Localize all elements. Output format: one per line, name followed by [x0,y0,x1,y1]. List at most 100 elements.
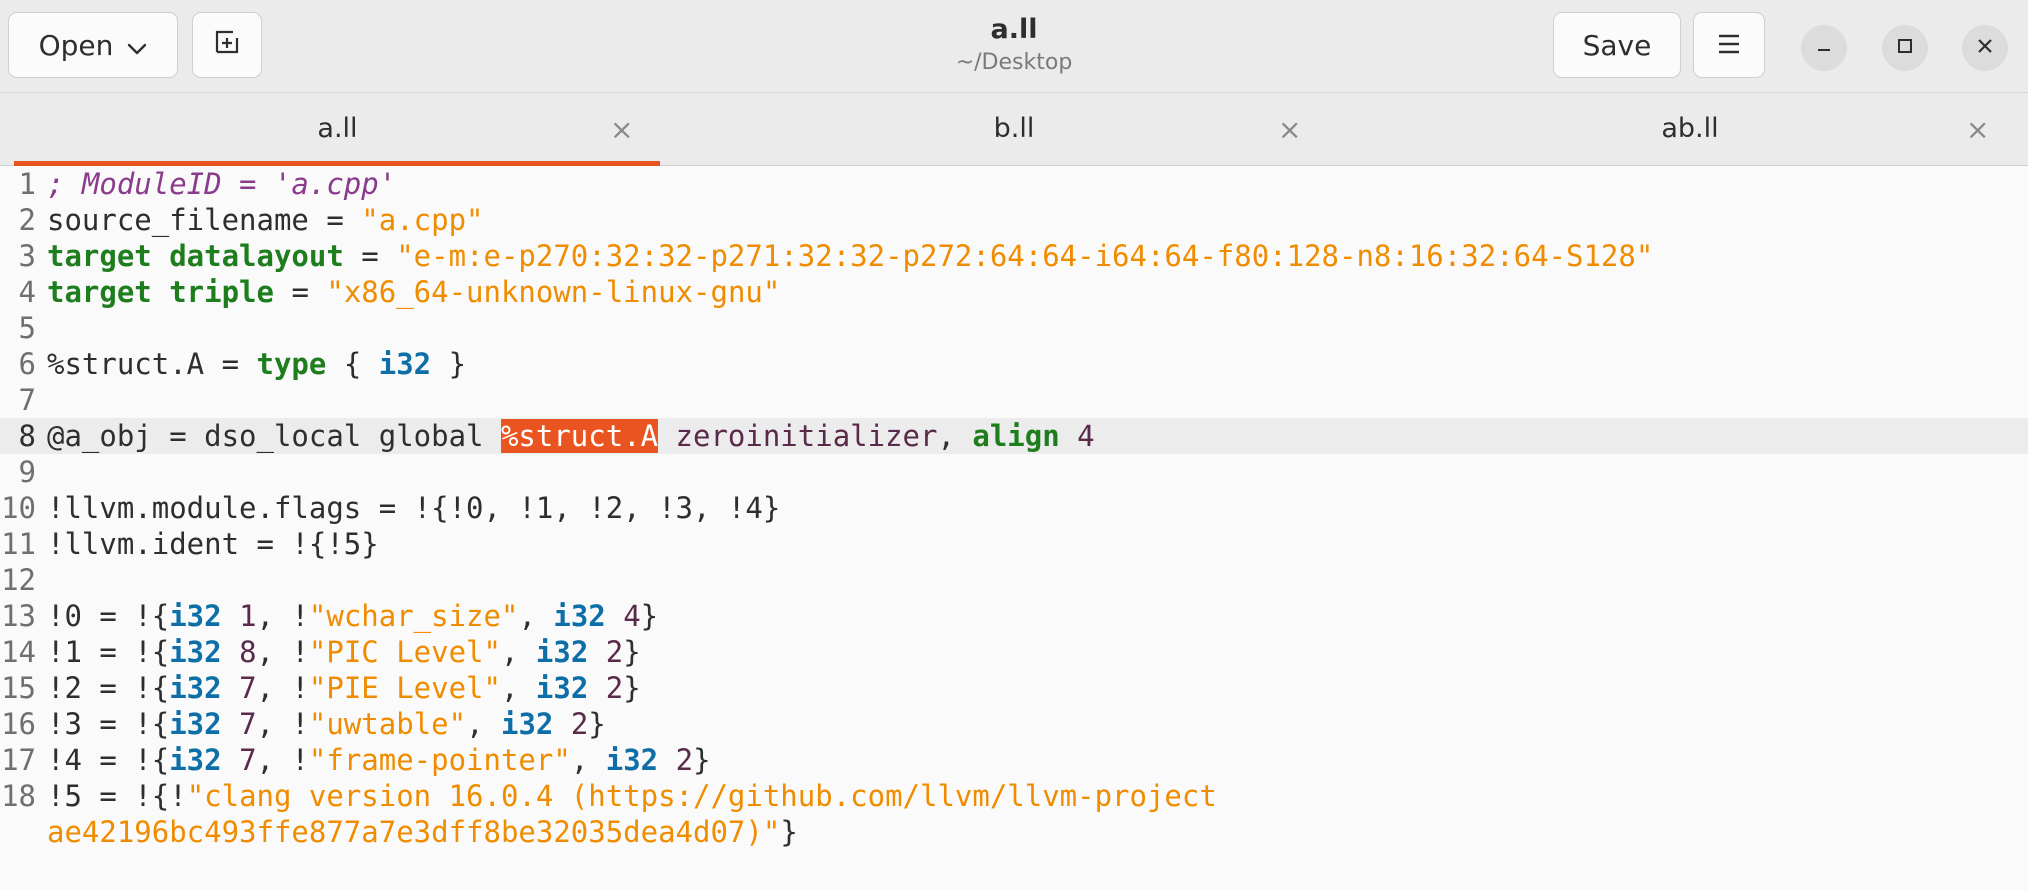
line-number: 8 [18,419,36,453]
code-token: "clang version 16.0.4 (https://github.co… [186,779,1217,813]
main-menu-button[interactable] [1693,12,1765,78]
code-line[interactable]: 14 !1 = !{i32 8, !"PIC Level", i32 2} [0,634,2028,670]
tab-b-ll[interactable]: b.ll × [676,93,1352,165]
code-token: ; ModuleID = 'a.cpp' [47,167,397,201]
maximize-button[interactable] [1882,25,1928,71]
close-window-button[interactable] [1962,25,2008,71]
tab-label: ab.ll [1661,113,1719,144]
close-icon [1976,37,1994,59]
line-number: 7 [18,383,36,417]
code-token: i32 [169,707,222,741]
tab-close-icon[interactable]: × [610,113,633,146]
code-token: 4 [605,599,641,633]
code-token: = [343,239,397,273]
code-token: !4 = !{ [47,743,170,777]
code-token: 4 [1059,419,1095,453]
code-token: } [588,707,606,741]
code-token: } [640,599,659,633]
tab-close-icon[interactable]: × [1278,113,1301,146]
code-editor[interactable]: 1 ; ModuleID = 'a.cpp' 2 source_filename = … [0,166,2028,890]
tab-label: b.ll [993,113,1035,144]
code-line[interactable]: 10 !llvm.module.flags = !{!0, !1, !2, !3,… [0,490,2028,526]
code-line[interactable]: 3 target datalayout = "e-m:e-p270:32:32-p… [0,238,2028,274]
code-token: , ! [256,599,309,633]
tab-label: a.ll [317,113,358,144]
line-code: ; ModuleID = 'a.cpp' [47,166,396,202]
minimize-icon [1815,37,1833,59]
code-token: type [256,347,327,381]
code-token: , ! [256,671,309,705]
code-token: zeroinitializer [658,419,938,453]
code-token: 2 [553,707,589,741]
line-code: source_filename = "a.cpp" [47,202,484,238]
code-token: } [693,743,711,777]
line-number: 4 [18,275,36,309]
code-token: i32 [500,707,554,741]
text-selection: %struct.A [500,419,659,453]
code-token: source_filename = [47,203,362,237]
code-token: , [466,707,501,741]
line-number: 3 [18,239,36,273]
line-code: !2 = !{i32 7, !"PIE Level", i32 2} [47,670,641,706]
tab-close-icon[interactable]: × [1966,113,1989,146]
line-code: !1 = !{i32 8, !"PIC Level", i32 2} [47,634,641,670]
code-token: !llvm.ident = !{!5} [47,527,379,561]
code-token: 2 [588,671,624,705]
tab-ab-ll[interactable]: ab.ll × [1352,93,2028,165]
code-token: 2 [658,743,694,777]
text-editor-window: Open a.ll ~/Desktop Save a.ll × b.ll × a… [0,0,2028,890]
code-line[interactable]: 15 !2 = !{i32 7, !"PIE Level", i32 2} [0,670,2028,706]
code-line[interactable]: 4 target triple = "x86_64-unknown-linux-g… [0,274,2028,310]
minimize-button[interactable] [1801,25,1847,71]
line-code: target triple = "x86_64-unknown-linux-gn… [47,274,780,310]
code-token: !2 = !{ [47,671,170,705]
code-token: align [972,419,1060,453]
code-line[interactable]: 7 [0,382,2028,418]
code-token: !3 = !{ [47,707,170,741]
line-code: !4 = !{i32 7, !"frame-pointer", i32 2} [47,742,711,778]
code-token: "frame-pointer" [308,743,571,777]
line-number: 1 [18,167,36,201]
line-number: 13 [1,599,36,633]
save-button[interactable]: Save [1553,12,1681,78]
code-line[interactable]: 5 [0,310,2028,346]
code-token: i32 [605,743,659,777]
code-token: "a.cpp" [361,203,484,237]
code-token: ae42196bc493ffe877a7e3dff8be32035dea4d07… [47,815,781,849]
code-line[interactable]: 9 [0,454,2028,490]
code-line[interactable]: 13 !0 = !{i32 1, !"wchar_size", i32 4} [0,598,2028,634]
line-number: 17 [1,743,36,777]
line-number: 2 [18,203,36,237]
code-token: !llvm.module.flags = !{!0, !1, !2, !3, !… [47,491,781,525]
tab-bar: a.ll × b.ll × ab.ll × [0,93,2028,166]
code-line[interactable]: 1 ; ModuleID = 'a.cpp' [0,166,2028,202]
code-line[interactable]: 8 @a_obj = dso_local global %struct.A zer… [0,418,2028,454]
line-number: 6 [18,347,36,381]
code-line[interactable]: 18 !5 = !{!"clang version 16.0.4 (https:/… [0,778,2028,814]
code-token: !5 = !{! [47,779,187,813]
code-token: "e-m:e-p270:32:32-p271:32:32-p272:64:64-… [396,239,1654,273]
code-token: @a_obj = dso_local global [47,419,501,453]
code-token: , ! [256,635,309,669]
code-token: , [937,419,973,453]
line-number: 9 [18,455,36,489]
code-token: i32 [535,635,589,669]
code-token: , ! [256,707,309,741]
code-line[interactable]: ae42196bc493ffe877a7e3dff8be32035dea4d07… [0,814,2028,850]
code-token: { [326,347,379,381]
code-line[interactable]: 2 source_filename = "a.cpp" [0,202,2028,238]
code-token: i32 [169,743,222,777]
code-token: , ! [256,743,309,777]
tab-a-ll[interactable]: a.ll × [0,93,675,166]
code-line[interactable]: 6 %struct.A = type { i32 } [0,346,2028,382]
header-bar: Open a.ll ~/Desktop Save [0,0,2028,93]
code-line[interactable]: 17 !4 = !{i32 7, !"frame-pointer", i32 2} [0,742,2028,778]
line-code: !5 = !{!"clang version 16.0.4 (https://g… [47,778,1217,814]
line-code: @a_obj = dso_local global %struct.A zero… [47,418,1095,454]
code-line[interactable]: 12 [0,562,2028,598]
maximize-icon [1896,37,1914,59]
code-token: , [500,635,536,669]
code-line[interactable]: 16 !3 = !{i32 7, !"uwtable", i32 2} [0,706,2028,742]
code-token: } [623,671,641,705]
code-line[interactable]: 11 !llvm.ident = !{!5} [0,526,2028,562]
